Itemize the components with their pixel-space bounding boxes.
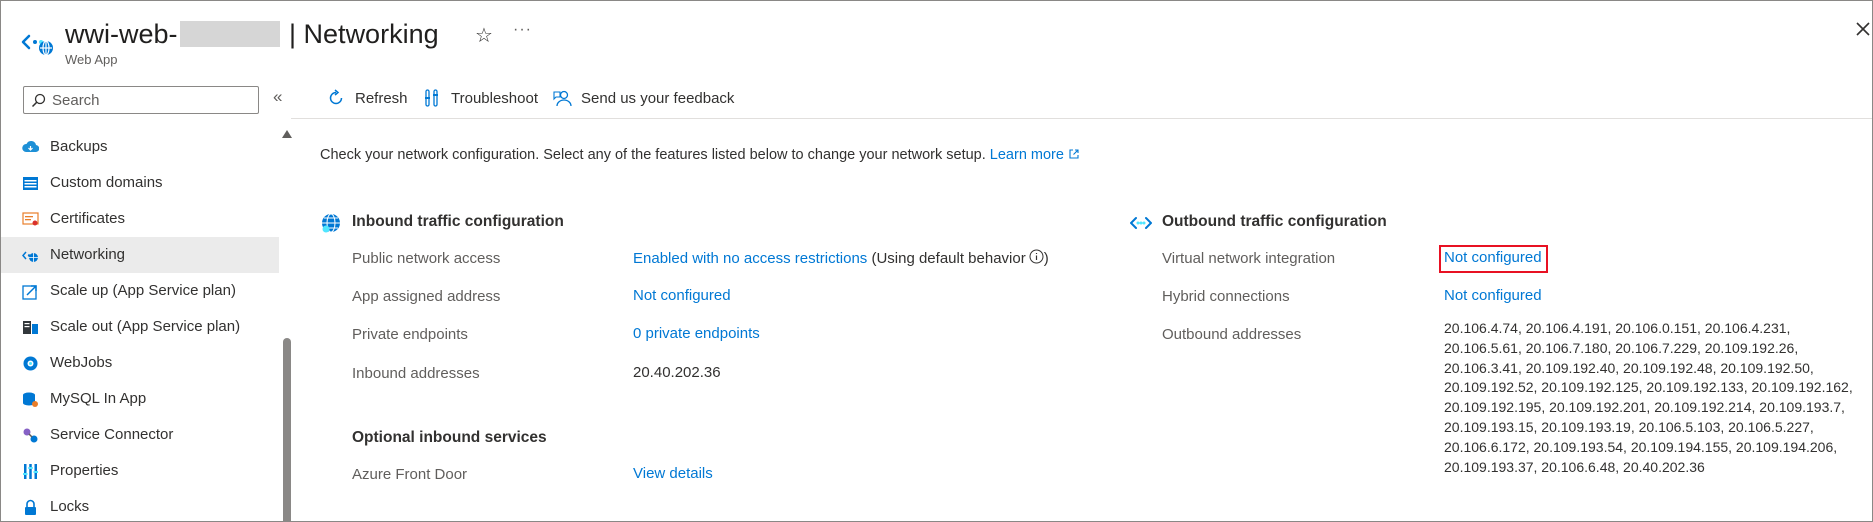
private-endpoints-label: Private endpoints <box>352 326 468 343</box>
sidebar-item-backups[interactable]: Backups <box>1 129 279 165</box>
front-door-view-details-link[interactable]: View details <box>633 465 713 482</box>
scale-up-icon <box>22 285 37 300</box>
inbound-addresses-value: 20.40.202.36 <box>633 364 721 381</box>
app-assigned-address-link[interactable]: Not configured <box>633 287 731 304</box>
sidebar-item-custom-domains[interactable]: Custom domains <box>1 165 279 201</box>
redacted-name <box>179 21 280 47</box>
inbound-globe-icon <box>322 213 340 233</box>
mysql-icon <box>23 392 38 407</box>
sidebar-item-label: Locks <box>50 498 90 515</box>
scroll-up-arrow-icon[interactable] <box>282 130 292 138</box>
outbound-addresses-value: 20.106.4.74, 20.106.4.191, 20.106.0.151,… <box>1444 320 1853 475</box>
command-bar: Refresh Troubleshoot Send us your feedba… <box>291 79 1872 119</box>
outbound-section-title: Outbound traffic configuration <box>1162 213 1387 230</box>
feedback-icon <box>553 90 572 107</box>
info-icon[interactable] <box>1029 249 1044 264</box>
more-options-icon[interactable]: ··· <box>513 21 532 39</box>
sidebar-item-scale-out[interactable]: Scale out (App Service plan) <box>1 309 279 345</box>
sidebar-item-locks[interactable]: Locks <box>1 489 279 521</box>
troubleshoot-button[interactable]: Troubleshoot <box>423 87 543 111</box>
networking-blade: wwi-web- | Networking Web App ☆ ··· Sear… <box>0 0 1873 522</box>
sidebar-item-label: Certificates <box>50 210 126 227</box>
page-subtitle: Web App <box>65 52 118 67</box>
sidebar-item-properties[interactable]: Properties <box>1 453 279 489</box>
custom-domains-icon <box>23 177 38 190</box>
sidebar-item-label: Scale up (App Service plan) <box>50 282 236 299</box>
sidebar-item-label: Backups <box>50 138 108 155</box>
web-app-networking-icon <box>21 34 53 56</box>
sidebar-item-webjobs[interactable]: WebJobs <box>1 345 279 381</box>
private-endpoints-link[interactable]: 0 private endpoints <box>633 325 760 342</box>
inbound-addresses-label: Inbound addresses <box>352 365 480 382</box>
sidebar-item-label: Scale out (App Service plan) <box>50 318 241 335</box>
certificates-icon <box>22 212 39 226</box>
sidebar-item-scale-up[interactable]: Scale up (App Service plan) <box>1 273 279 309</box>
sidebar-item-certificates[interactable]: Certificates <box>1 201 279 237</box>
send-feedback-button[interactable]: Send us your feedback <box>553 87 734 111</box>
service-connector-icon <box>23 428 38 443</box>
refresh-icon <box>329 89 343 105</box>
optional-inbound-section-title: Optional inbound services <box>352 429 547 446</box>
scrollbar-thumb[interactable] <box>283 338 291 521</box>
sidebar-item-service-connector[interactable]: Service Connector <box>1 417 279 453</box>
external-link-icon <box>1069 149 1079 159</box>
sidebar-item-label: WebJobs <box>50 354 113 371</box>
vnet-integration-label: Virtual network integration <box>1162 250 1336 267</box>
backups-icon <box>22 140 39 153</box>
networking-icon <box>22 251 38 262</box>
properties-icon <box>23 464 38 479</box>
page-title: wwi-web- | Networking <box>65 19 439 49</box>
intro-text: Check your network configuration. Select… <box>320 147 1080 163</box>
favorite-star-icon[interactable]: ☆ <box>475 23 493 48</box>
sidebar-search-input[interactable]: Search <box>23 86 259 114</box>
inbound-section-title: Inbound traffic configuration <box>352 213 564 230</box>
sidebar-item-label: Custom domains <box>50 174 163 191</box>
hybrid-connections-link[interactable]: Not configured <box>1444 287 1542 304</box>
public-network-access-value: Enabled with no access restrictions (Usi… <box>633 249 1049 267</box>
close-icon[interactable] <box>1853 19 1873 39</box>
app-assigned-address-label: App assigned address <box>352 288 501 305</box>
outbound-network-icon <box>1130 217 1152 229</box>
public-network-access-label: Public network access <box>352 250 501 267</box>
hybrid-connections-label: Hybrid connections <box>1162 288 1290 305</box>
search-icon <box>31 93 46 108</box>
sidebar-item-networking[interactable]: Networking <box>1 237 279 273</box>
sidebar-item-label: MySQL In App <box>50 390 147 407</box>
sidebar-item-label: Service Connector <box>50 426 174 443</box>
lock-icon <box>25 499 36 515</box>
sidebar-item-label: Properties <box>50 462 119 479</box>
vnet-integration-link[interactable]: Not configured <box>1444 249 1542 266</box>
public-network-access-link[interactable]: Enabled with no access restrictions <box>633 250 867 267</box>
troubleshoot-icon <box>425 89 438 107</box>
learn-more-link[interactable]: Learn more <box>990 147 1080 163</box>
outbound-addresses-label: Outbound addresses <box>1162 326 1302 343</box>
refresh-button[interactable]: Refresh <box>327 87 408 111</box>
scale-out-icon <box>23 321 38 334</box>
webjobs-icon <box>23 356 38 371</box>
sidebar-menu: Backups Custom domains Certificates Netw… <box>1 129 279 521</box>
sidebar-scrollbar[interactable] <box>282 128 292 521</box>
collapse-sidebar-icon[interactable]: « <box>273 87 282 107</box>
sidebar-item-mysql-in-app[interactable]: MySQL In App <box>1 381 279 417</box>
search-placeholder: Search <box>52 92 100 109</box>
sidebar-item-label: Networking <box>50 246 126 263</box>
azure-front-door-label: Azure Front Door <box>352 466 468 483</box>
